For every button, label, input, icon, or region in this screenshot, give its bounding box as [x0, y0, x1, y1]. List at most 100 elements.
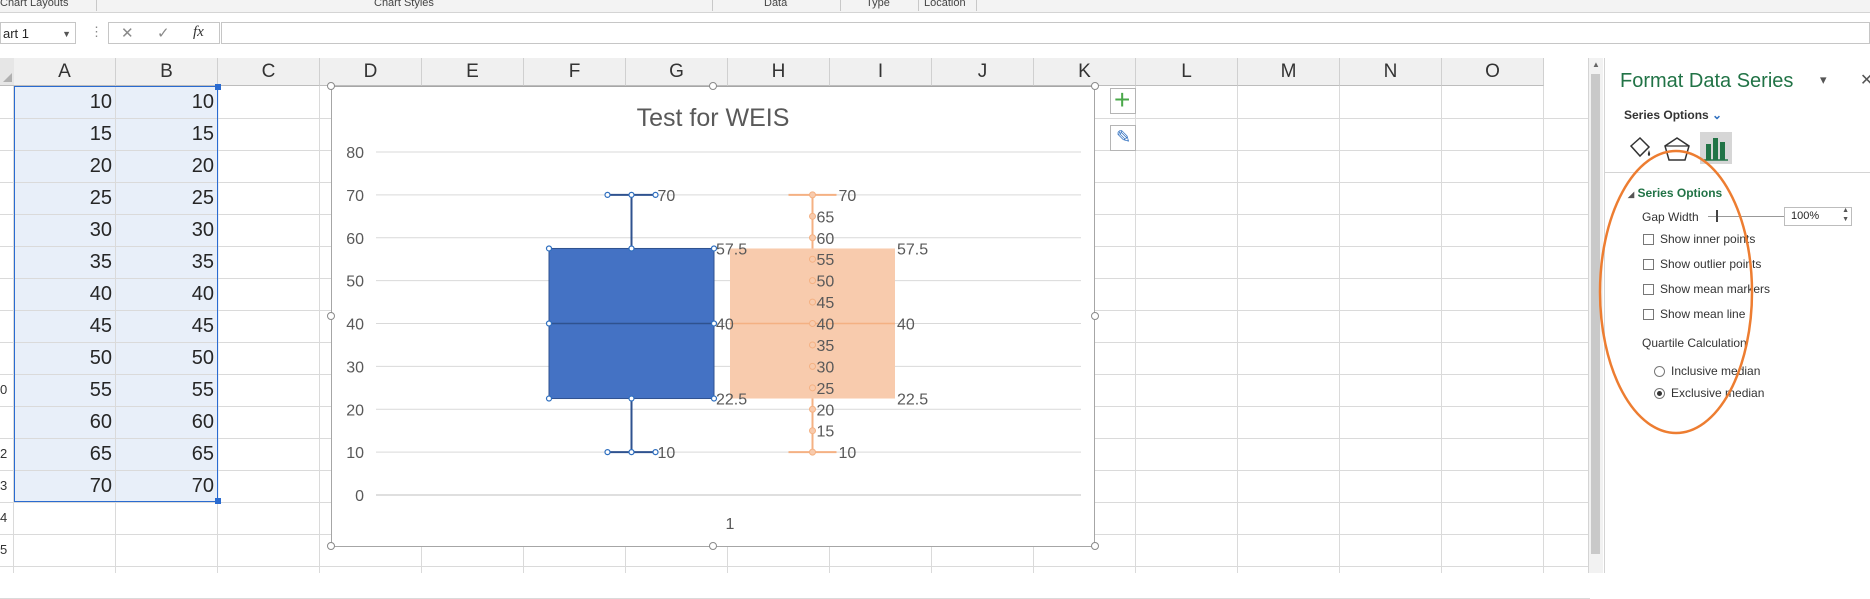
- point-label: 45: [817, 295, 835, 312]
- column-header-d[interactable]: D: [320, 58, 422, 86]
- cancel-icon[interactable]: ✕: [121, 24, 134, 42]
- column-header-m[interactable]: M: [1238, 58, 1340, 86]
- point-label: 20: [817, 402, 835, 419]
- pane-options-chevron-icon[interactable]: ▾: [1820, 72, 1827, 88]
- data-point: [809, 191, 816, 199]
- y-tick-label: 20: [346, 402, 364, 419]
- data-point: [809, 277, 816, 285]
- gap-width-input[interactable]: 100% ▲ ▼: [1784, 207, 1852, 226]
- formula-input[interactable]: [221, 22, 1870, 44]
- column-header-b[interactable]: B: [116, 58, 218, 86]
- chart-handle-tl[interactable]: [327, 82, 335, 90]
- y-tick-label: 30: [346, 359, 364, 376]
- series-options-label: Series Options: [1624, 108, 1709, 122]
- chevron-down-icon: ⌄: [1712, 108, 1723, 122]
- grid-vline: [1237, 86, 1238, 573]
- ribbon-group-location[interactable]: Location: [924, 0, 966, 9]
- chart-handle-tr[interactable]: [1091, 82, 1099, 90]
- column-header-f[interactable]: F: [524, 58, 626, 86]
- formula-buttons: ✕ ✓ fx: [108, 22, 220, 44]
- chart-title[interactable]: Test for WEIS: [637, 104, 790, 132]
- y-tick-label: 50: [346, 274, 364, 291]
- data-point: [809, 298, 816, 306]
- box-plot-chart[interactable]: Test for WEIS 0 10 20 30 40 50 60 70 80 70 57.5 40…: [331, 86, 1095, 547]
- data-label: 57.5: [716, 241, 747, 258]
- grid-vline: [1441, 86, 1442, 573]
- column-header-l[interactable]: L: [1136, 58, 1238, 86]
- data-point: [809, 405, 816, 413]
- point-label: 65: [817, 209, 835, 226]
- row-header[interactable]: 0: [0, 382, 14, 397]
- column-header-a[interactable]: A: [14, 58, 116, 86]
- grid-hline: [0, 566, 1590, 567]
- data-point: [809, 255, 816, 263]
- x-tick-label: 1: [726, 516, 735, 533]
- scroll-up-icon[interactable]: ▲: [1592, 60, 1600, 69]
- select-all-corner[interactable]: [0, 58, 14, 86]
- name-box[interactable]: art 1 ▼: [0, 22, 76, 44]
- row-header[interactable]: 3: [0, 478, 14, 493]
- y-tick-label: 10: [346, 445, 364, 462]
- column-header-o[interactable]: O: [1442, 58, 1544, 86]
- chart-handle-tc[interactable]: [709, 82, 717, 90]
- data-label: 10: [839, 445, 857, 462]
- fx-icon[interactable]: fx: [193, 24, 204, 41]
- chart-handle-ml[interactable]: [327, 312, 335, 320]
- y-tick-label: 0: [355, 488, 364, 505]
- ribbon-group-data[interactable]: Data: [764, 0, 787, 9]
- data-point: [809, 234, 816, 242]
- y-tick-label: 40: [346, 317, 364, 334]
- data-label: 22.5: [716, 392, 747, 409]
- point-label: 55: [817, 252, 835, 269]
- pane-title: Format Data Series: [1620, 70, 1794, 92]
- series-options-dropdown[interactable]: Series Options ⌄: [1624, 108, 1722, 122]
- column-header-n[interactable]: N: [1340, 58, 1442, 86]
- chart-styles-button[interactable]: ✎: [1110, 125, 1136, 151]
- grid-vline: [1135, 86, 1136, 573]
- ribbon-strip: Chart Layouts Chart Styles Data Type Loc…: [0, 0, 1870, 13]
- column-header-k[interactable]: K: [1034, 58, 1136, 86]
- data-label: 10: [658, 445, 676, 462]
- data-point: [809, 427, 816, 435]
- column-header-c[interactable]: C: [218, 58, 320, 86]
- ribbon-group-type[interactable]: Type: [866, 0, 890, 9]
- range-handle[interactable]: [215, 84, 221, 90]
- selection-marker: [628, 449, 635, 456]
- row-header[interactable]: 5: [0, 542, 14, 557]
- chart-handle-bl[interactable]: [327, 542, 335, 550]
- selection-border: [14, 86, 218, 502]
- row-header[interactable]: 2: [0, 446, 14, 461]
- column-header-e[interactable]: E: [422, 58, 524, 86]
- fill-handle[interactable]: [215, 498, 221, 504]
- data-point: [809, 362, 816, 370]
- grid-vline: [1339, 86, 1340, 573]
- chart-handle-mr[interactable]: [1091, 312, 1099, 320]
- point-label: 40: [817, 317, 835, 334]
- y-tick-label: 80: [346, 145, 364, 162]
- column-header-j[interactable]: J: [932, 58, 1034, 86]
- gap-width-value: 100%: [1791, 210, 1820, 222]
- more-dots-icon: ⋮: [90, 24, 103, 39]
- chevron-down-icon[interactable]: ▼: [62, 23, 71, 45]
- annotation-ellipse: [1598, 149, 1754, 435]
- ribbon-group-chart-layouts[interactable]: Chart Layouts: [0, 0, 68, 9]
- data-label: 40: [897, 317, 915, 334]
- ribbon-group-chart-styles[interactable]: Chart Styles: [374, 0, 434, 9]
- spinner-icon[interactable]: ▲ ▼: [1842, 206, 1849, 224]
- selection-marker: [628, 191, 635, 198]
- selection-marker: [604, 191, 611, 198]
- point-label: 50: [817, 274, 835, 291]
- selection-marker: [604, 449, 611, 456]
- y-tick-label: 70: [346, 188, 364, 205]
- row-header[interactable]: 4: [0, 510, 14, 525]
- close-icon[interactable]: ✕: [1860, 70, 1870, 90]
- grid-vline: [1543, 86, 1544, 573]
- column-header-h[interactable]: H: [728, 58, 830, 86]
- chart-handle-br[interactable]: [1091, 542, 1099, 550]
- name-box-value: art 1: [3, 26, 30, 41]
- enter-icon[interactable]: ✓: [157, 24, 170, 42]
- data-label: 40: [716, 317, 734, 334]
- chart-handle-bc[interactable]: [709, 542, 717, 550]
- column-header-i[interactable]: I: [830, 58, 932, 86]
- chart-elements-button[interactable]: +: [1110, 85, 1136, 115]
